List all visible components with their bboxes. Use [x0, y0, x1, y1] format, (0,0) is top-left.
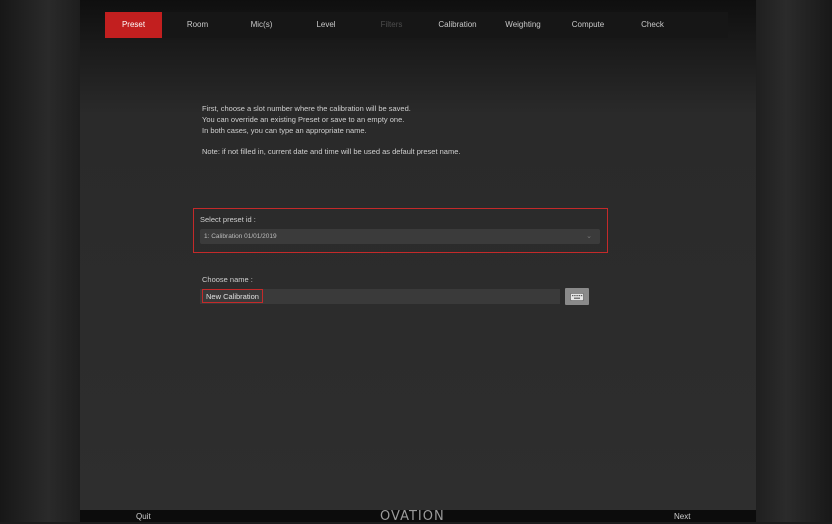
step-tab-bar: Preset Room Mic(s) Level Filters Calibra…	[105, 12, 728, 38]
preset-label: Select preset id :	[200, 215, 256, 224]
next-button[interactable]: Next	[674, 512, 690, 521]
chevron-down-icon: ⌄	[586, 233, 592, 240]
name-field-value[interactable]: New Calibration	[202, 289, 263, 303]
tab-filters[interactable]: Filters	[362, 12, 421, 38]
right-side-panel	[756, 0, 832, 522]
tab-room[interactable]: Room	[162, 12, 233, 38]
keyboard-icon	[570, 292, 584, 301]
footer-bar: Quit OVATION Next	[80, 509, 756, 524]
instructions: First, choose a slot number where the ca…	[202, 103, 642, 157]
instruction-line-1: First, choose a slot number where the ca…	[202, 104, 411, 113]
tab-check[interactable]: Check	[624, 12, 681, 38]
instruction-line-3: In both cases, you can type an appropria…	[202, 126, 367, 135]
main-panel: Preset Room Mic(s) Level Filters Calibra…	[80, 0, 756, 524]
tab-level[interactable]: Level	[290, 12, 362, 38]
instruction-note: Note: if not filled in, current date and…	[202, 147, 461, 156]
tab-preset[interactable]: Preset	[105, 12, 162, 38]
tab-compute[interactable]: Compute	[552, 12, 624, 38]
name-label: Choose name :	[202, 275, 253, 284]
preset-selected-value: 1: Calibration 01/01/2019	[204, 233, 277, 240]
instruction-line-2: You can override an existing Preset or s…	[202, 115, 405, 124]
tab-weighting[interactable]: Weighting	[494, 12, 552, 38]
tab-calibration[interactable]: Calibration	[421, 12, 494, 38]
tab-mics[interactable]: Mic(s)	[233, 12, 290, 38]
preset-select[interactable]: 1: Calibration 01/01/2019 ⌄	[200, 229, 600, 244]
keyboard-button[interactable]	[565, 288, 589, 305]
quit-button[interactable]: Quit	[136, 512, 151, 521]
left-side-panel	[0, 0, 80, 522]
